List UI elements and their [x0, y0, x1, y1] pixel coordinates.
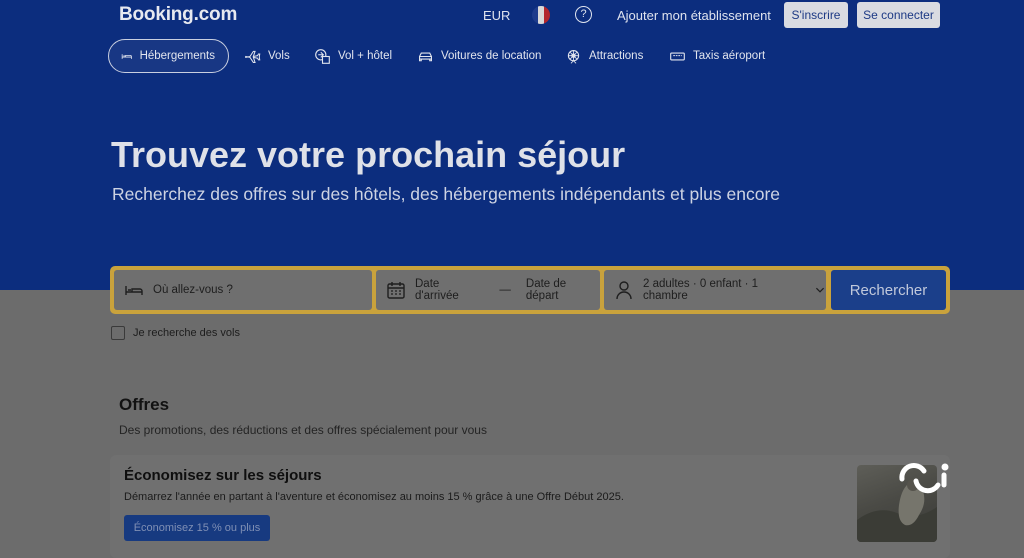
hero-subtitle: Recherchez des offres sur des hôtels, de… [112, 184, 781, 204]
tab-flight-hotel[interactable]: Vol + hôtel [314, 39, 392, 73]
person-icon [616, 281, 632, 300]
offer-card-button[interactable]: Économisez 15 % ou plus [124, 515, 270, 541]
tab-car-rental-label: Voitures de location [441, 50, 542, 62]
date-field[interactable]: Date d'arrivée — Date de départ [376, 270, 600, 310]
bed-icon [125, 286, 143, 295]
tab-flights[interactable]: Vols [244, 39, 290, 73]
offers-subtitle: Des promotions, des réductions et des of… [119, 423, 487, 437]
plane-hotel-icon [315, 48, 330, 64]
booking-logo[interactable]: Booking.com [119, 4, 237, 26]
currency-selector[interactable]: EUR [483, 8, 510, 23]
attractions-icon [567, 49, 580, 64]
search-bar: Où allez-vous ? Date d'arrivée — Date de… [110, 266, 950, 314]
tab-airport-taxis[interactable]: Taxis aéroport [669, 39, 765, 73]
checkout-label: Date de départ [525, 278, 567, 302]
tab-flights-label: Vols [268, 50, 290, 62]
register-button[interactable]: S'inscrire [784, 2, 848, 28]
search-button[interactable]: Rechercher [831, 270, 946, 310]
tab-car-rental[interactable]: Voitures de location [417, 39, 541, 73]
chevron-down-icon [815, 287, 825, 293]
help-icon[interactable]: ? [575, 6, 592, 23]
plane-icon [245, 50, 261, 63]
tab-stays[interactable]: Hébergements [108, 39, 229, 73]
hero-title: Trouvez votre prochain séjour [111, 134, 626, 175]
sign-in-button[interactable]: Se connecter [857, 2, 940, 28]
guests-label: 2 adultes · 0 enfant · 1 chambre [643, 278, 759, 302]
tab-stays-label: Hébergements [139, 50, 215, 62]
flights-checkbox-label: Je recherche des vols [133, 327, 240, 339]
car-icon [418, 52, 433, 61]
flights-checkbox-row[interactable]: Je recherche des vols [111, 326, 240, 340]
tab-airport-taxis-label: Taxis aéroport [693, 50, 766, 62]
offer-card[interactable]: Économisez sur les séjours Démarrez l'an… [110, 455, 950, 558]
flights-checkbox[interactable] [111, 326, 125, 340]
checkin-label: Date d'arrivée [415, 278, 459, 302]
language-flag-icon[interactable] [532, 6, 550, 24]
destination-placeholder: Où allez-vous ? [153, 284, 233, 296]
list-property-link[interactable]: Ajouter mon établissement [617, 8, 771, 23]
guests-field[interactable]: 2 adultes · 0 enfant · 1 chambre [604, 270, 826, 310]
tab-attractions-label: Attractions [589, 50, 644, 62]
offer-card-title: Économisez sur les séjours [124, 467, 322, 484]
watermark-logo-icon [899, 463, 949, 494]
taxi-icon [670, 52, 685, 60]
offer-card-text: Démarrez l'année en partant à l'aventure… [124, 491, 624, 503]
calendar-icon [387, 282, 405, 299]
tab-flight-hotel-label: Vol + hôtel [338, 50, 393, 62]
bed-icon [121, 53, 132, 59]
date-separator: — [499, 284, 511, 296]
tab-attractions[interactable]: Attractions [565, 39, 643, 73]
destination-field[interactable]: Où allez-vous ? [114, 270, 372, 310]
offers-heading: Offres [119, 395, 170, 414]
